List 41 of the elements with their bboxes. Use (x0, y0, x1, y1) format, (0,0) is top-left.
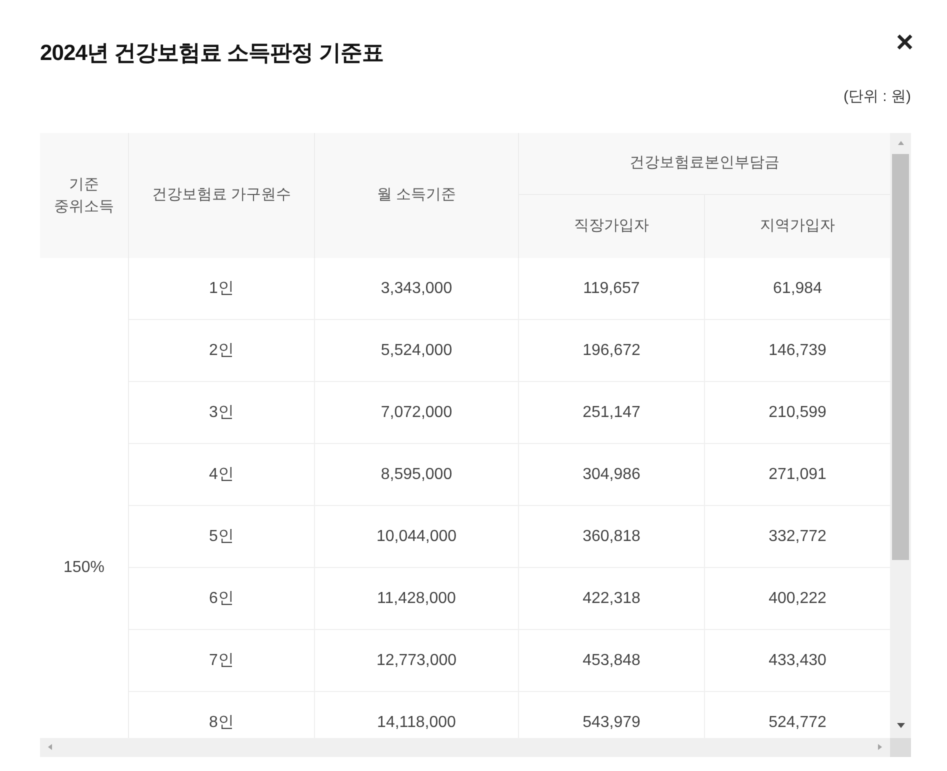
table-cell: 251,147 (519, 382, 705, 443)
table-cell: 6인 (129, 568, 315, 629)
column-header: 지역가입자 (759, 216, 836, 236)
table-cell: 422,318 (519, 568, 705, 629)
table-cell: 2인 (129, 320, 315, 381)
table-cell: 196,672 (519, 320, 705, 381)
table-cell: 7인 (129, 630, 315, 691)
table-cell-text: 433,430 (768, 650, 828, 670)
table-cell-text: 146,739 (768, 340, 828, 360)
close-button[interactable]: × (896, 26, 914, 60)
column-header: 건강보험료 가구원수 (129, 133, 315, 258)
table-cell: 12,773,000 (315, 630, 519, 691)
unit-note: (단위 : 원) (844, 87, 911, 107)
table-cell: 453,848 (519, 630, 705, 691)
vertical-scrollbar[interactable] (890, 133, 911, 738)
table-cell: 119,657 (519, 258, 705, 319)
scrollbar-corner (890, 738, 911, 757)
table-cell: 3,343,000 (315, 258, 519, 319)
table-cell: 304,986 (519, 444, 705, 505)
table-cell: 5인 (129, 506, 315, 567)
table-cell: 1인 (129, 258, 315, 319)
table-cell: 4인 (129, 444, 315, 505)
table-cell: 7,072,000 (315, 382, 519, 443)
table-cell-text: 271,091 (768, 464, 828, 484)
column-header: 기준 중위소득 (40, 133, 129, 258)
table-cell: 3인 (129, 382, 315, 443)
column-header: 월 소득기준 (315, 133, 519, 258)
table-cell-text: 524,772 (768, 712, 828, 732)
horizontal-scrollbar[interactable] (40, 738, 890, 757)
table-cell: 360,818 (519, 506, 705, 567)
column-header: 직장가입자 (519, 195, 705, 258)
table-cell-text: 61,984 (772, 278, 823, 298)
table-cell: 8,595,000 (315, 444, 519, 505)
scrollbar-thumb[interactable] (892, 154, 909, 560)
table-cell: 5,524,000 (315, 320, 519, 381)
table-cell-text: 400,222 (768, 588, 828, 608)
table-cell: 11,428,000 (315, 568, 519, 629)
table-cell-text: 210,599 (768, 402, 828, 422)
dialog-title: 2024년 건강보험료 소득판정 기준표 (40, 39, 384, 67)
table-cell: 10,044,000 (315, 506, 519, 567)
table-cell-text: 332,772 (768, 526, 828, 546)
